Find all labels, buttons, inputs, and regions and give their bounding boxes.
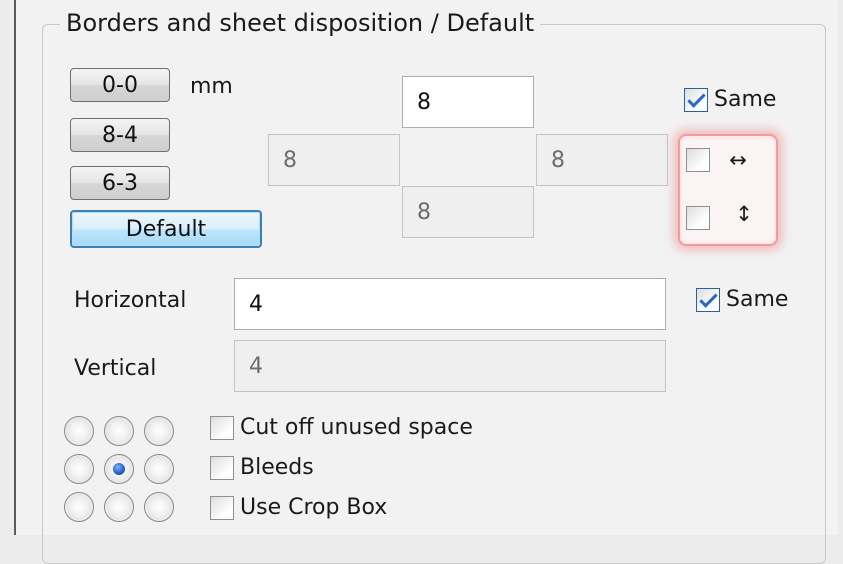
units-label: mm xyxy=(190,74,233,99)
mirror-horizontal-checkbox[interactable] xyxy=(686,148,710,172)
margins-same-option[interactable]: Same xyxy=(684,86,776,114)
left-right-arrow-icon: ↔ xyxy=(729,148,747,172)
right-margin-input[interactable] xyxy=(536,134,668,186)
left-margin-input[interactable] xyxy=(268,134,400,186)
bleeds-option[interactable]: Bleeds xyxy=(210,454,314,482)
margins-same-label: Same xyxy=(714,87,777,112)
margins-same-checkbox[interactable] xyxy=(684,88,708,112)
mirror-vertical-checkbox[interactable] xyxy=(686,206,710,230)
top-margin-input[interactable] xyxy=(402,76,534,128)
horizontal-spacing-label: Horizontal xyxy=(74,288,187,313)
bottom-margin-input[interactable] xyxy=(402,186,534,238)
use-crop-box-label: Use Crop Box xyxy=(240,495,388,520)
alignment-bottom-left-radio[interactable] xyxy=(64,492,94,522)
group-title: Borders and sheet disposition / Default xyxy=(60,6,541,40)
spacing-same-label: Same xyxy=(726,287,789,312)
alignment-top-left-radio[interactable] xyxy=(64,416,94,446)
use-crop-box-option[interactable]: Use Crop Box xyxy=(210,494,387,522)
vertical-spacing-input[interactable] xyxy=(234,340,666,392)
window-right-edge xyxy=(838,0,843,535)
alignment-top-right-radio[interactable] xyxy=(144,416,174,446)
alignment-middle-left-radio[interactable] xyxy=(64,454,94,484)
preset-default-button[interactable]: Default xyxy=(70,210,262,248)
use-crop-box-checkbox[interactable] xyxy=(210,496,234,520)
cut-unused-space-label: Cut off unused space xyxy=(240,415,473,440)
alignment-top-center-radio[interactable] xyxy=(104,416,134,446)
up-down-arrow-icon: ↕ xyxy=(735,202,753,226)
cut-unused-space-checkbox[interactable] xyxy=(210,416,234,440)
alignment-middle-center-radio[interactable] xyxy=(104,454,134,484)
alignment-bottom-center-radio[interactable] xyxy=(104,492,134,522)
preset-8-4-button[interactable]: 8-4 xyxy=(70,118,170,152)
alignment-bottom-right-radio[interactable] xyxy=(144,492,174,522)
window-left-edge xyxy=(0,0,16,535)
cut-unused-space-option[interactable]: Cut off unused space xyxy=(210,414,473,442)
vertical-spacing-label: Vertical xyxy=(74,356,157,381)
bleeds-checkbox[interactable] xyxy=(210,456,234,480)
spacing-same-checkbox[interactable] xyxy=(696,288,720,312)
horizontal-spacing-input[interactable] xyxy=(234,278,666,330)
alignment-middle-right-radio[interactable] xyxy=(144,454,174,484)
preset-0-0-button[interactable]: 0-0 xyxy=(70,68,170,102)
spacing-same-option[interactable]: Same xyxy=(696,286,788,314)
preset-6-3-button[interactable]: 6-3 xyxy=(70,166,170,200)
bleeds-label: Bleeds xyxy=(240,455,314,480)
